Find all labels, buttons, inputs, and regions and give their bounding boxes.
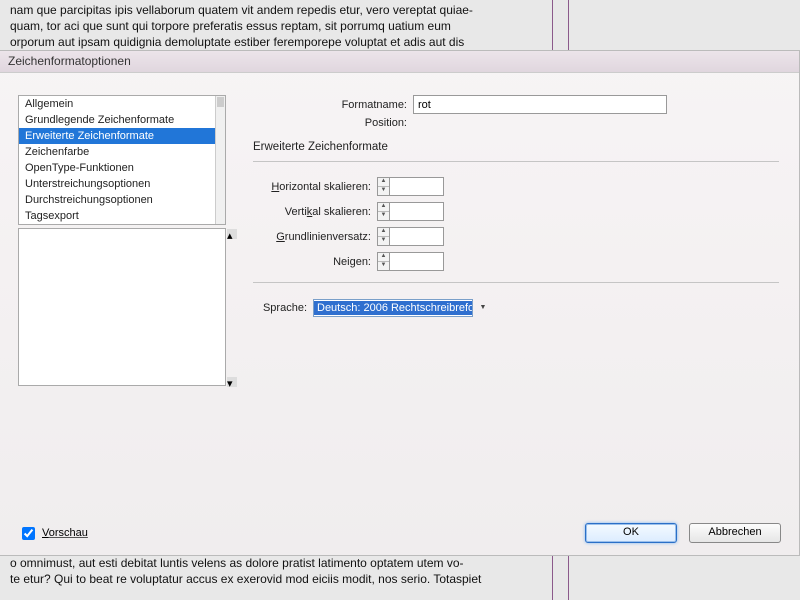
hscale-step-down[interactable]: ▼ (378, 187, 389, 195)
category-item[interactable]: Unterstreichungsoptionen (19, 176, 225, 192)
hscale-step-up[interactable]: ▲ (378, 178, 389, 187)
preview-box: ▴ ▾ (18, 228, 226, 386)
hscale-input[interactable] (389, 177, 444, 196)
preview-checkbox-label: Vorschau (42, 527, 88, 539)
category-item[interactable]: Grundlegende Zeichenformate (19, 112, 225, 128)
dialog-title: Zeichenformatoptionen (0, 51, 799, 73)
skew-label: Neigen: (253, 256, 377, 268)
baseline-label: Grundlinienversatz: (253, 231, 377, 243)
ok-button[interactable]: OK (585, 523, 677, 543)
vscale-step-up[interactable]: ▲ (378, 203, 389, 212)
baseline-step-down[interactable]: ▼ (378, 237, 389, 245)
scroll-up-icon[interactable]: ▴ (227, 229, 237, 239)
language-label: Sprache: (253, 302, 313, 314)
baseline-input[interactable] (389, 227, 444, 246)
formatname-input[interactable] (413, 95, 667, 114)
preview-checkbox-input[interactable] (22, 527, 35, 540)
baseline-step-up[interactable]: ▲ (378, 228, 389, 237)
category-item[interactable]: Durchstreichungsoptionen (19, 192, 225, 208)
category-item[interactable]: Erweiterte Zeichenformate (19, 128, 225, 144)
language-select[interactable]: Deutsch: 2006 Rechtschreibreform ▼ (313, 299, 490, 317)
language-value: Deutsch: 2006 Rechtschreibreform (314, 301, 472, 315)
background-document-text-bottom: o omnimust, aut esti debitat luntis vele… (0, 555, 491, 587)
category-item[interactable]: Tagsexport (19, 208, 225, 224)
skew-step-up[interactable]: ▲ (378, 253, 389, 262)
cancel-button[interactable]: Abbrechen (689, 523, 781, 543)
category-list[interactable]: AllgemeinGrundlegende ZeichenformateErwe… (18, 95, 226, 225)
hscale-label: Horizontal skalieren: (253, 181, 377, 193)
category-item[interactable]: Allgemein (19, 96, 225, 112)
baseline-stepper[interactable]: ▲ ▼ (377, 227, 444, 246)
character-style-options-dialog: Zeichenformatoptionen AllgemeinGrundlege… (0, 50, 800, 556)
category-item[interactable]: OpenType-Funktionen (19, 160, 225, 176)
vscale-label: Vertikal skalieren: (253, 206, 377, 218)
skew-stepper[interactable]: ▲ ▼ (377, 252, 444, 271)
skew-input[interactable] (389, 252, 444, 271)
hscale-stepper[interactable]: ▲ ▼ (377, 177, 444, 196)
formatname-label: Formatname: (253, 99, 413, 111)
background-document-text-top: nam que parcipitas ipis vellaborum quate… (0, 0, 483, 53)
category-list-scrollbar[interactable] (215, 96, 225, 224)
chevron-down-icon[interactable]: ▼ (476, 299, 490, 317)
section-title: Erweiterte Zeichenformate (253, 141, 779, 153)
preview-checkbox[interactable]: Vorschau (18, 524, 88, 543)
category-item[interactable]: Zeichenfarbe (19, 144, 225, 160)
skew-step-down[interactable]: ▼ (378, 262, 389, 270)
vscale-input[interactable] (389, 202, 444, 221)
position-label: Position: (253, 117, 413, 129)
vscale-stepper[interactable]: ▲ ▼ (377, 202, 444, 221)
scroll-down-icon[interactable]: ▾ (227, 377, 237, 387)
vscale-step-down[interactable]: ▼ (378, 212, 389, 220)
